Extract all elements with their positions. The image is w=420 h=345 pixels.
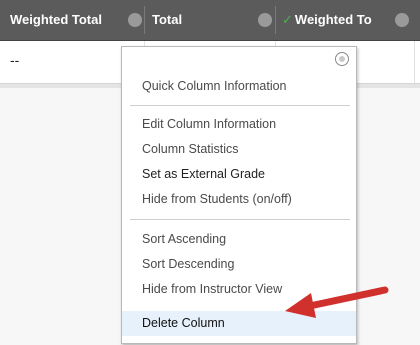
column-divider [414, 41, 415, 83]
menu-item-set-as-external-grade[interactable]: Set as External Grade [122, 162, 356, 187]
column-menu-icon[interactable] [128, 13, 142, 27]
menu-item-column-statistics[interactable]: Column Statistics [122, 137, 356, 162]
column-header-weighted-total[interactable]: Weighted Total [10, 0, 102, 40]
cell-weighted-total[interactable]: -- [10, 52, 19, 68]
column-menu-icon[interactable] [395, 13, 409, 27]
menu-item-hide-from-students[interactable]: Hide from Students (on/off) [122, 187, 356, 212]
column-divider [275, 6, 276, 34]
close-icon[interactable] [335, 52, 349, 66]
column-menu-icon[interactable] [258, 13, 272, 27]
menu-item-sort-ascending[interactable]: Sort Ascending [122, 227, 356, 252]
column-header-weighted-total-label: Weighted To [294, 12, 372, 27]
column-header-weighted-total-2[interactable]: ✓ Weighted To [282, 0, 372, 40]
column-divider [144, 6, 145, 34]
menu-separator [130, 105, 350, 106]
checkmark-icon: ✓ [282, 12, 293, 27]
menu-item-edit-column-information[interactable]: Edit Column Information [122, 112, 356, 137]
menu-item-sort-descending[interactable]: Sort Descending [122, 252, 356, 277]
menu-separator [130, 219, 350, 220]
grade-center-header: Weighted Total Total ✓ Weighted To [0, 0, 420, 41]
menu-item-quick-column-information[interactable]: Quick Column Information [122, 74, 356, 99]
pointer-arrow-icon [285, 286, 389, 318]
column-header-total[interactable]: Total [152, 0, 182, 40]
